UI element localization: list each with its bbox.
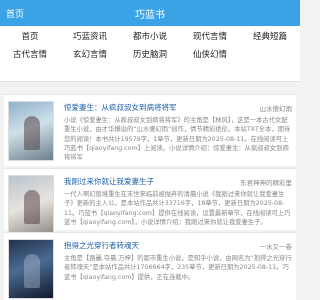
book-cover-image[interactable] <box>8 101 54 161</box>
cover-figure <box>24 116 40 150</box>
book-card[interactable]: 抱得之光穿行者转魂天 一水又一卷 主角是【路麗.夺晨.万梓】的都市重生小说，是知… <box>4 232 296 300</box>
nav-item-xianxia[interactable]: 仙侠幻情 <box>180 46 240 64</box>
book-author: 一水又一卷 <box>259 243 293 251</box>
nav-item-classic-short[interactable]: 经典短篇 <box>240 28 300 46</box>
book-title[interactable]: 抱得之光穿行者转魂天 <box>64 240 139 251</box>
nav-item-history[interactable]: 历史脑洞 <box>120 46 180 64</box>
book-cover-image[interactable] <box>8 239 54 299</box>
book-card[interactable]: 我刚过来你就让我爱妻生子 东君神神的精彩里 一代人啊幻般境重生在末世来临前被抛弃… <box>4 168 296 235</box>
cover-figure <box>24 254 40 288</box>
book-title[interactable]: 惊爱妻生：从疯叔叔女到病将将军 <box>64 102 177 113</box>
book-description: 一代人啊幻般境重生在末世来临前被抛弃的清晨小说《我刚过来你就让我爱妻生子》更新的… <box>64 191 291 226</box>
book-card[interactable]: 惊爱妻生：从疯叔叔女到病将将军 山水傻幻雨 小说《惊爱妻生：从疯叔叔女到病将将军… <box>4 94 296 166</box>
nav-row: 首页 巧蓝资讯 都市小说 现代言情 经典短篇 <box>0 28 300 46</box>
book-description: 小说《惊爱妻生：从疯叔叔女到病将将军》的主角是【林风】，这是一本古代女配重生小说… <box>64 117 291 162</box>
book-author: 东君神神的精彩里 <box>240 179 292 187</box>
book-cover-image[interactable] <box>8 175 54 235</box>
nav-item-home[interactable]: 首页 <box>0 28 60 46</box>
book-title[interactable]: 我刚过来你就让我爱妻生子 <box>64 176 154 187</box>
cover-figure <box>24 190 40 224</box>
site-title: 巧蓝书 <box>135 10 165 21</box>
book-author: 山水傻幻雨 <box>259 105 293 113</box>
nav-item-modern-romance[interactable]: 现代言情 <box>180 28 240 46</box>
nav-item-ancient-romance[interactable]: 古代言情 <box>0 46 60 64</box>
nav-item-urban[interactable]: 都市小说 <box>120 28 180 46</box>
top-bar: 首页 巧蓝书 <box>0 0 300 26</box>
nav-row: 古代言情 玄幻言情 历史脑洞 仙侠幻情 <box>0 46 300 64</box>
book-description: 主角是【路麗.夺晨.万梓】的都市重生小说，是知乎小说，由网名为“抱得之光穿行者转… <box>64 255 292 281</box>
category-nav: 首页 巧蓝资讯 都市小说 现代言情 经典短篇 古代言情 玄幻言情 历史脑洞 仙侠… <box>0 26 300 82</box>
nav-item-fantasy-romance[interactable]: 玄幻言情 <box>60 46 120 64</box>
nav-item-news[interactable]: 巧蓝资讯 <box>60 28 120 46</box>
